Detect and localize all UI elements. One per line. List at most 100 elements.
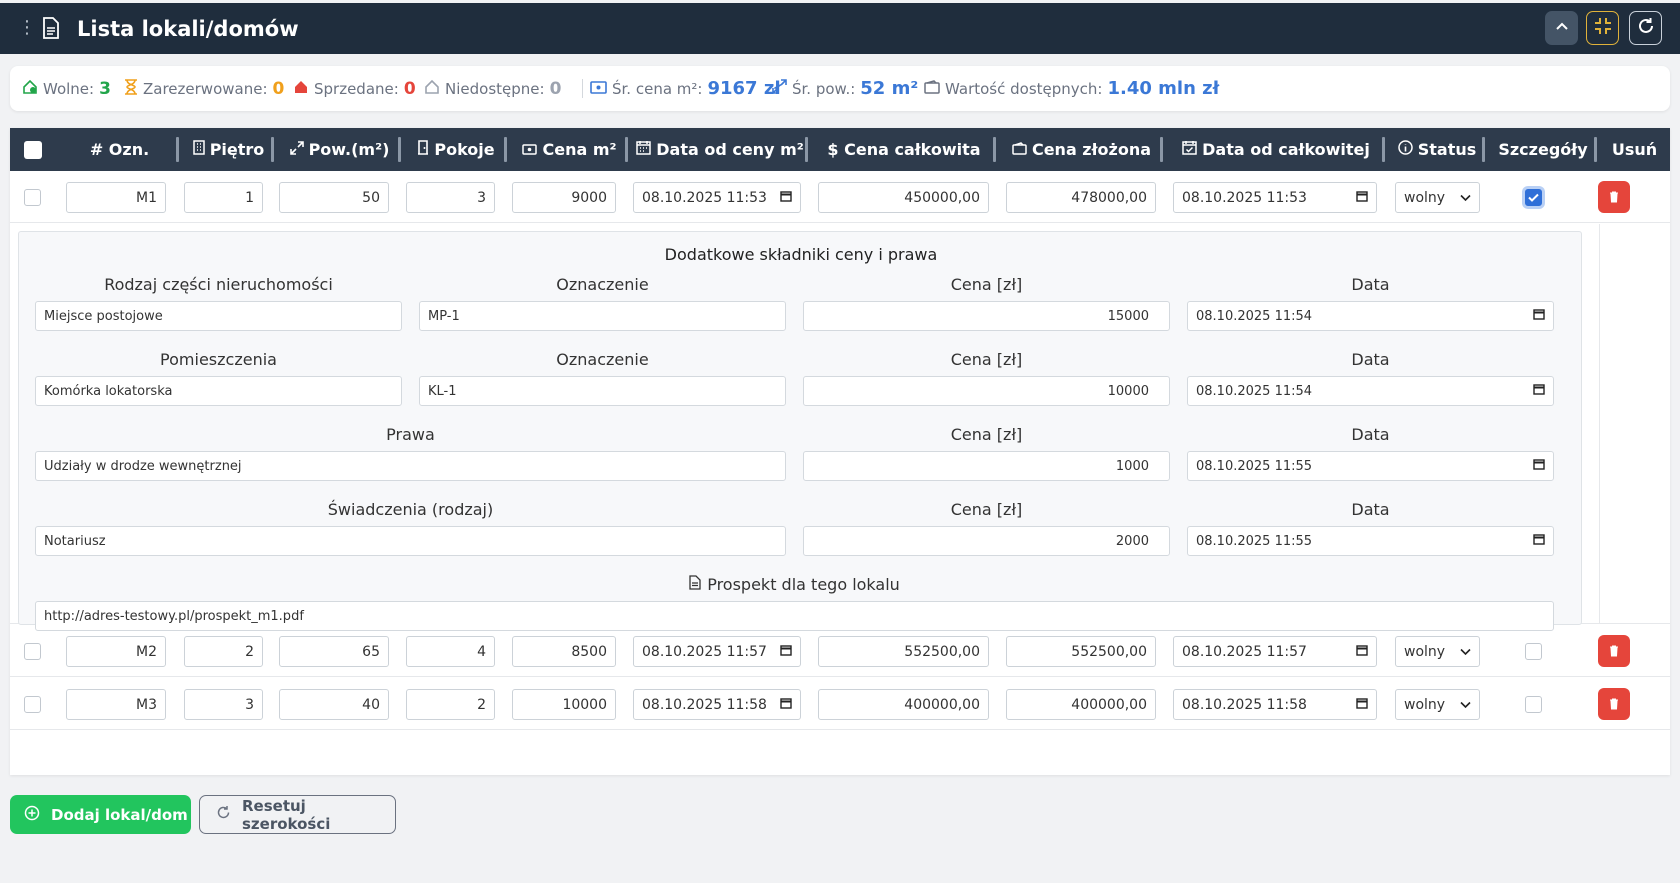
oznaczenie-input[interactable]: MP-1 <box>419 301 786 331</box>
reset-widths-button[interactable]: Resetuj szerokości <box>199 795 396 834</box>
ozn-input[interactable]: M3 <box>66 689 166 720</box>
header-pietro[interactable]: Piętro <box>181 128 276 171</box>
cena-zlozona-input[interactable]: 400000,00 <box>1006 689 1156 720</box>
header-cena-calkowita[interactable]: $ Cena całkowita <box>810 128 998 171</box>
pow-input[interactable]: 50 <box>279 182 389 213</box>
pietro-input[interactable]: 2 <box>184 636 263 667</box>
cena-calkowita-input[interactable]: 552500,00 <box>818 636 989 667</box>
data-m2-input[interactable]: 08.10.2025 11:53 <box>633 182 801 213</box>
column-resize-handle[interactable] <box>398 137 401 162</box>
calendar-icon[interactable] <box>1533 308 1545 324</box>
header-usun[interactable]: Usuń <box>1599 128 1670 171</box>
data-input[interactable]: 08.10.2025 11:55 <box>1187 526 1554 556</box>
cena-zlozona-input[interactable]: 478000,00 <box>1006 182 1156 213</box>
minimize-button[interactable] <box>1586 11 1619 45</box>
delete-button[interactable] <box>1598 688 1630 720</box>
header-szczegoly[interactable]: Szczegóły <box>1487 128 1599 171</box>
cena-zlozona-input[interactable]: 552500,00 <box>1006 636 1156 667</box>
calendar-icon[interactable] <box>1356 697 1368 713</box>
oznaczenie-input[interactable]: KL-1 <box>419 376 786 406</box>
header-select-all[interactable] <box>10 128 58 171</box>
header-cena-m2[interactable]: Cena m² <box>509 128 630 171</box>
column-resize-handle[interactable] <box>625 137 628 162</box>
drag-handle-icon[interactable]: ⋮ <box>18 17 36 39</box>
rodzaj-input[interactable]: Miejsce postojowe <box>35 301 402 331</box>
details-checkbox[interactable] <box>1525 696 1542 713</box>
row-select-checkbox[interactable] <box>24 696 41 713</box>
data-m2-input[interactable]: 08.10.2025 11:57 <box>633 636 801 667</box>
data-m2-input[interactable]: 08.10.2025 11:58 <box>633 689 801 720</box>
stats-bar: Wolne: 3 Zarezerwowane: 0 Sprzedane: 0 N… <box>10 66 1670 111</box>
data-input[interactable]: 08.10.2025 11:55 <box>1187 451 1554 481</box>
column-resize-handle[interactable] <box>1160 137 1163 162</box>
ozn-input[interactable]: M1 <box>66 182 166 213</box>
collapse-up-button[interactable] <box>1545 11 1578 45</box>
house-sold-icon <box>293 79 309 99</box>
trash-icon <box>1609 695 1619 714</box>
column-resize-handle[interactable] <box>504 137 507 162</box>
pokoje-input[interactable]: 4 <box>406 636 495 667</box>
cena-input[interactable]: 1000 <box>803 451 1170 481</box>
data-calkowitej-input[interactable]: 08.10.2025 11:53 <box>1173 182 1377 213</box>
pow-input[interactable]: 65 <box>279 636 389 667</box>
pokoje-input[interactable]: 2 <box>406 689 495 720</box>
details-checkbox[interactable] <box>1525 643 1542 660</box>
data-calkowitej-input[interactable]: 08.10.2025 11:58 <box>1173 689 1377 720</box>
swiadczenia-input[interactable]: Notariusz <box>35 526 786 556</box>
pomieszczenia-input[interactable]: Komórka lokatorska <box>35 376 402 406</box>
cena-input[interactable]: 2000 <box>803 526 1170 556</box>
pow-input[interactable]: 40 <box>279 689 389 720</box>
ozn-input[interactable]: M2 <box>66 636 166 667</box>
calendar-icon[interactable] <box>780 190 792 206</box>
cena-m2-input[interactable]: 10000 <box>512 689 616 720</box>
column-resize-handle[interactable] <box>176 137 179 162</box>
header-data-calkowitej[interactable]: Data od całkowitej <box>1165 128 1387 171</box>
status-select[interactable]: wolny <box>1395 182 1480 213</box>
row-select-checkbox[interactable] <box>24 643 41 660</box>
data-calkowitej-input[interactable]: 08.10.2025 11:57 <box>1173 636 1377 667</box>
column-resize-handle[interactable] <box>993 137 996 162</box>
trash-icon <box>1609 642 1619 661</box>
select-all-checkbox[interactable] <box>24 141 42 159</box>
column-resize-handle[interactable] <box>1382 137 1385 162</box>
row-select-checkbox[interactable] <box>24 189 41 206</box>
delete-button[interactable] <box>1598 635 1630 667</box>
delete-button[interactable] <box>1598 181 1630 213</box>
cena-input[interactable]: 10000 <box>803 376 1170 406</box>
calendar-icon[interactable] <box>780 697 792 713</box>
pietro-input[interactable]: 1 <box>184 182 263 213</box>
calendar-icon[interactable] <box>1533 533 1545 549</box>
status-select[interactable]: wolny <box>1395 689 1480 720</box>
cena-m2-input[interactable]: 9000 <box>512 182 616 213</box>
cena-m2-input[interactable]: 8500 <box>512 636 616 667</box>
cena-calkowita-input[interactable]: 450000,00 <box>818 182 989 213</box>
calendar-icon[interactable] <box>1533 458 1545 474</box>
status-select[interactable]: wolny <box>1395 636 1480 667</box>
header-data-ceny-m2[interactable]: Data od ceny m² <box>630 128 810 171</box>
pokoje-input[interactable]: 3 <box>406 182 495 213</box>
cena-input[interactable]: 15000 <box>803 301 1170 331</box>
refresh-button[interactable] <box>1629 11 1662 45</box>
pietro-input[interactable]: 3 <box>184 689 263 720</box>
chevron-down-icon <box>1460 190 1471 206</box>
label-cena: Cena [zł] <box>950 425 1023 444</box>
calendar-icon[interactable] <box>1533 383 1545 399</box>
data-input[interactable]: 08.10.2025 11:54 <box>1187 301 1554 331</box>
calendar-icon[interactable] <box>1356 190 1368 206</box>
column-resize-handle[interactable] <box>805 137 808 162</box>
data-input[interactable]: 08.10.2025 11:54 <box>1187 376 1554 406</box>
header-ozn[interactable]: # Ozn. <box>58 128 181 171</box>
calendar-icon[interactable] <box>1356 644 1368 660</box>
header-pow[interactable]: Pow.(m²) <box>276 128 403 171</box>
details-checkbox[interactable] <box>1525 189 1542 206</box>
header-cena-zlozona[interactable]: Cena złożona <box>998 128 1165 171</box>
calendar-icon[interactable] <box>780 644 792 660</box>
column-resize-handle[interactable] <box>271 137 274 162</box>
column-resize-handle[interactable] <box>1594 137 1597 162</box>
cena-calkowita-input[interactable]: 400000,00 <box>818 689 989 720</box>
header-status[interactable]: Status <box>1387 128 1487 171</box>
header-pokoje[interactable]: Pokoje <box>403 128 509 171</box>
add-unit-button[interactable]: Dodaj lokal/dom <box>10 795 191 834</box>
prawa-input[interactable]: Udziały w drodze wewnętrznej <box>35 451 786 481</box>
column-resize-handle[interactable] <box>1482 137 1485 162</box>
